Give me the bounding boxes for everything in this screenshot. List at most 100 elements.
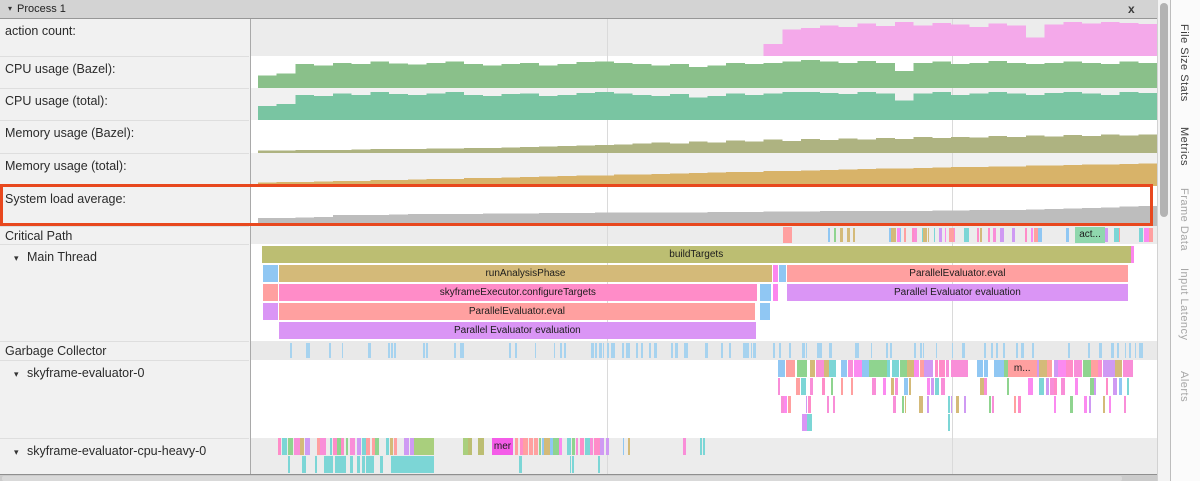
trace-event-tick: [993, 228, 996, 242]
slice: [783, 227, 792, 243]
flame-bar[interactable]: skyframeExecutor.configureTargets: [279, 284, 757, 301]
flame-bar[interactable]: ParallelEvaluator.eval: [279, 303, 756, 320]
trace-event-slice: [786, 360, 795, 377]
track-label-panel: action count:CPU usage (Bazel):CPU usage…: [0, 18, 251, 474]
trace-event-slice: [1103, 360, 1115, 377]
trace-event-slice: [1115, 360, 1122, 377]
trace-event-slice: [1014, 396, 1016, 413]
track-label-sf0[interactable]: ▾skyframe-evaluator-0: [0, 360, 249, 438]
trace-event-tick: [988, 228, 991, 242]
collapse-arrow-icon[interactable]: ▾: [14, 369, 27, 380]
flame-bar[interactable]: ParallelEvaluator.eval: [787, 265, 1129, 282]
trace-event-tick: [819, 343, 821, 358]
trace-viewer: ▾Process 1 x action count:CPU usage (Baz…: [0, 0, 1200, 481]
horizontal-scrollbar-thumb[interactable]: [2, 476, 1122, 481]
sidebar-tab-metrics[interactable]: Metrics: [1178, 127, 1190, 166]
counter-chart-sysload: [251, 186, 1157, 226]
vertical-scrollbar-thumb[interactable]: [1160, 3, 1168, 217]
trace-event-slice: [572, 456, 575, 473]
trace-event-tick: [329, 343, 331, 358]
vertical-scrollbar[interactable]: [1157, 0, 1170, 481]
trace-event-tick: [628, 343, 630, 358]
trace-event-slice: [1124, 396, 1126, 413]
trace-event-slice: [300, 438, 304, 455]
trace-event-tick: [1117, 343, 1119, 358]
trace-event-slice: [288, 456, 291, 473]
trace-event-tick: [890, 343, 892, 358]
close-icon[interactable]: x: [1128, 2, 1135, 16]
trace-event-slice: [683, 438, 686, 455]
trace-event-slice: [559, 438, 562, 455]
trace-event-tick: [603, 343, 605, 358]
trace-event-slice: [1039, 360, 1047, 377]
trace-event-tick: [773, 343, 775, 358]
track-row-critical[interactable]: [251, 226, 1157, 244]
collapse-arrow-icon[interactable]: ▾: [14, 253, 27, 264]
collapse-arrow-icon[interactable]: ▾: [14, 447, 27, 458]
trace-event-tick: [753, 343, 755, 358]
flame-sliver: [760, 284, 772, 301]
trace-event-slice: [628, 438, 630, 455]
trace-event-slice: [801, 378, 806, 395]
trace-event-slice: [992, 396, 994, 413]
flame-sliver: [773, 265, 778, 282]
trace-event-slice: [1084, 396, 1087, 413]
track-label-sfheavy[interactable]: ▾skyframe-evaluator-cpu-heavy-0: [0, 438, 249, 474]
labeled-slice[interactable]: mer: [492, 438, 514, 455]
collapse-arrow-icon[interactable]: ▾: [8, 4, 12, 13]
trace-event-slice: [905, 396, 907, 413]
trace-event-slice: [357, 438, 361, 455]
trace-event-tick: [641, 343, 643, 358]
trace-event-tick: [996, 343, 998, 358]
trace-event-slice: [341, 456, 346, 473]
trace-event-slice: [939, 360, 946, 377]
trace-event-tick: [934, 228, 936, 242]
horizontal-scrollbar[interactable]: [0, 474, 1157, 481]
flame-sliver: [760, 303, 771, 320]
sidebar-tab-frame-data[interactable]: Frame Data: [1178, 188, 1190, 251]
trace-event-tick: [1088, 343, 1090, 358]
trace-event-tick: [834, 228, 836, 242]
flame-bar[interactable]: Parallel Evaluator evaluation: [787, 284, 1129, 301]
trace-event-tick: [1032, 343, 1034, 358]
trace-event-slice: [778, 360, 785, 377]
trace-event-tick: [560, 343, 562, 358]
trace-event-slice: [1058, 360, 1066, 377]
flame-bar[interactable]: buildTargets: [262, 246, 1131, 263]
labeled-slice[interactable]: m...: [1008, 360, 1037, 377]
flame-sliver: [779, 265, 785, 282]
trace-event-tick: [671, 343, 673, 358]
flame-bar[interactable]: runAnalysisPhase: [279, 265, 773, 282]
trace-event-slice: [1083, 360, 1091, 377]
trace-event-tick: [368, 343, 370, 358]
trace-event-slice: [703, 438, 705, 455]
sidebar-tab-file-size-stats[interactable]: File Size Stats: [1178, 24, 1190, 102]
trace-event-tick: [595, 343, 597, 358]
trace-event-slice: [909, 378, 912, 395]
trace-event-tick: [1099, 343, 1101, 358]
trace-event-slice: [294, 438, 300, 455]
trace-event-tick: [1003, 343, 1005, 358]
labeled-slice[interactable]: act...: [1075, 227, 1105, 243]
trace-event-tick: [1125, 343, 1127, 358]
trace-event-tick: [611, 343, 613, 358]
trace-event-tick: [391, 343, 393, 358]
trace-event-slice: [463, 438, 468, 455]
trace-event-slice: [333, 438, 337, 455]
trace-event-tick: [923, 343, 925, 358]
track-label-cpu_total: CPU usage (total):: [0, 88, 249, 120]
trace-event-tick: [1038, 228, 1042, 242]
trace-event-slice: [515, 438, 518, 455]
trace-event-slice: [282, 438, 287, 455]
sidebar-tab-alerts[interactable]: Alerts: [1178, 371, 1190, 402]
trace-event-slice: [600, 438, 604, 455]
trace-event-slice: [956, 396, 959, 413]
trace-event-slice: [320, 438, 326, 455]
trace-event-slice: [854, 360, 862, 377]
sidebar-tab-input-latency[interactable]: Input Latency: [1178, 268, 1190, 341]
trace-event-tick: [980, 228, 982, 242]
trace-event-slice: [468, 438, 472, 455]
trace-event-tick: [515, 343, 517, 358]
flame-bar[interactable]: Parallel Evaluator evaluation: [279, 322, 756, 339]
track-label-main[interactable]: ▾Main Thread: [0, 244, 249, 341]
